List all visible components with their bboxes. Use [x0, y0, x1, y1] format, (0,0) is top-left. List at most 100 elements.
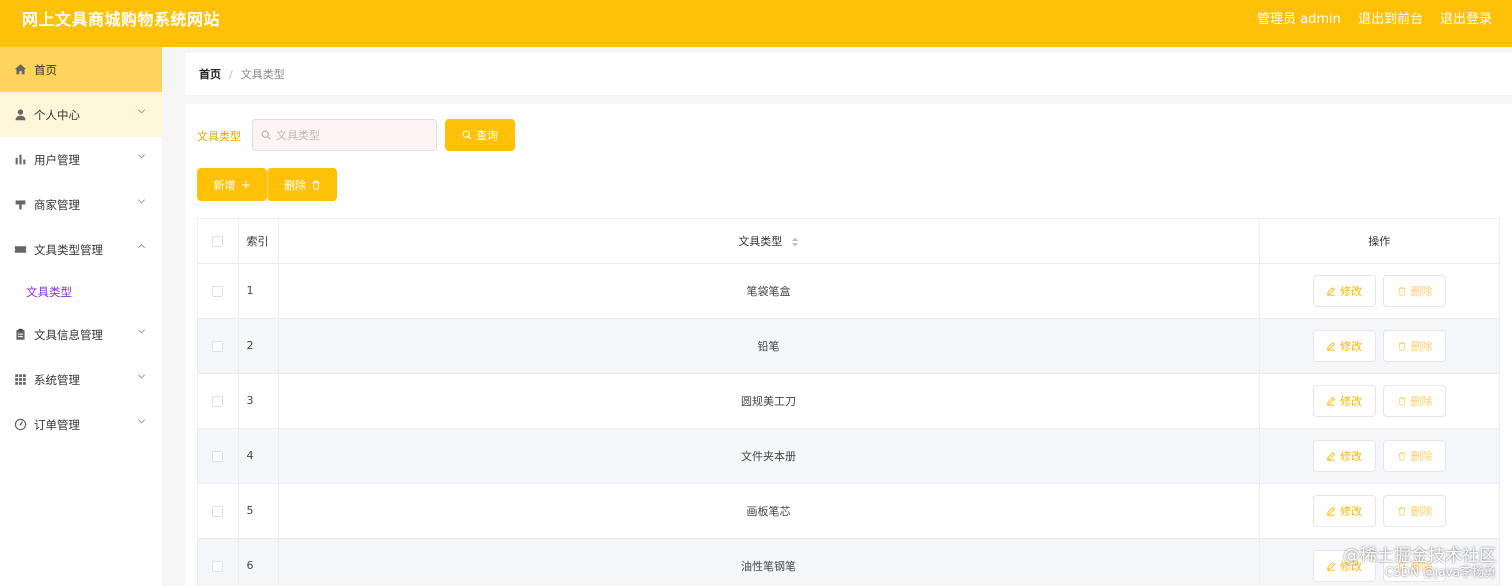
sidebar-item-label: 用户管理 [34, 152, 80, 167]
sidebar-item-profile[interactable]: 个人中心 [0, 92, 162, 137]
row-type: 圆规美工刀 [278, 373, 1260, 429]
delete-button[interactable]: 删除 [1383, 329, 1446, 362]
delete-button-label: 删除 [1410, 504, 1433, 518]
select-all-checkbox[interactable] [212, 235, 224, 247]
row-checkbox[interactable] [212, 340, 224, 352]
edit-icon [1327, 561, 1335, 571]
sort-icon[interactable] [791, 237, 799, 247]
sidebar-item-home[interactable]: 首页 [0, 47, 162, 92]
sidebar-item-label: 订单管理 [34, 417, 80, 432]
sidebar-item-label: 首页 [34, 62, 57, 77]
breadcrumb: 首页 / 文具类型 [185, 53, 1512, 95]
header-index: 索引 [238, 219, 279, 264]
row-checkbox[interactable] [212, 450, 224, 462]
row-type: 笔袋笔盒 [278, 263, 1260, 319]
user-icon [14, 108, 27, 121]
edit-button[interactable]: 修改 [1312, 329, 1376, 362]
query-button[interactable]: 查询 [445, 119, 515, 151]
back-to-frontend-link[interactable]: 退出到前台 [1358, 8, 1423, 27]
edit-button[interactable]: 修改 [1312, 494, 1376, 527]
chevron-up-icon [137, 243, 146, 249]
sidebar-item-users[interactable]: 用户管理 [0, 137, 162, 182]
trash-icon [1398, 506, 1405, 516]
edit-icon [1327, 451, 1335, 461]
sidebar-item-system[interactable]: 系统管理 [0, 357, 162, 402]
query-button-label: 查询 [476, 129, 498, 142]
table-row: 1 笔袋笔盒 修改 删除 [198, 263, 1499, 319]
edit-button[interactable]: 修改 [1312, 274, 1376, 307]
trash-icon [1398, 341, 1405, 351]
sidebar-item-orders[interactable]: 订单管理 [0, 402, 162, 447]
edit-button-label: 修改 [1340, 339, 1362, 353]
edit-icon [1327, 286, 1335, 296]
watermark-csdn: CSDN @java李杨勇 [1384, 565, 1496, 579]
row-index: 4 [238, 428, 279, 484]
row-type: 画板笔芯 [278, 483, 1260, 539]
delete-button[interactable]: 删除 [1383, 439, 1446, 472]
delete-button[interactable]: 删除 [1383, 494, 1446, 527]
delete-button-label: 删除 [1410, 394, 1433, 408]
row-type: 油性笔钢笔 [278, 538, 1260, 586]
sidebar-item-label: 系统管理 [34, 372, 80, 387]
trash-icon [1398, 396, 1405, 406]
row-index: 2 [238, 318, 279, 374]
edit-button[interactable]: 修改 [1312, 384, 1376, 417]
home-icon [14, 63, 27, 76]
row-checkbox[interactable] [212, 505, 224, 517]
edit-icon [1327, 341, 1335, 351]
sidebar-item-label: 文具信息管理 [34, 327, 103, 342]
add-button[interactable]: 新增 [197, 168, 267, 201]
header-type[interactable]: 文具类型 [278, 219, 1260, 264]
ticket-icon [14, 243, 27, 256]
delete-button[interactable]: 删除 [1383, 274, 1446, 307]
table-row: 4 文件夹本册 修改 删除 [198, 428, 1499, 484]
sidebar-item-stationery-info[interactable]: 文具信息管理 [0, 312, 162, 357]
chevron-down-icon [137, 154, 146, 159]
row-type: 文件夹本册 [278, 428, 1260, 484]
current-user-label: 管理员 admin [1257, 12, 1341, 27]
header-select-all [198, 219, 239, 264]
row-checkbox[interactable] [212, 285, 224, 297]
row-checkbox[interactable] [212, 395, 224, 407]
bar-chart-icon [14, 153, 27, 166]
chevron-down-icon [137, 109, 146, 114]
submenu-item-stationery-type[interactable]: 文具类型 [0, 272, 162, 312]
edit-icon [1327, 506, 1335, 516]
breadcrumb-separator: / [229, 67, 233, 81]
sidebar-item-merchants[interactable]: 商家管理 [0, 182, 162, 227]
table-header-row: 索引 文具类型 操作 [198, 219, 1499, 264]
delete-button-label: 删除 [1410, 449, 1433, 463]
row-index: 3 [238, 373, 279, 429]
main-content: 文具类型 查询 新增 删除 索引 文具类型 操作 [185, 104, 1512, 586]
logout-link[interactable]: 退出登录 [1440, 8, 1492, 27]
sidebar-item-stationery-types[interactable]: 文具类型管理 [0, 227, 162, 272]
table-row: 3 圆规美工刀 修改 删除 [198, 373, 1499, 429]
sidebar: 首页 个人中心 用户管理 商家管理 文具类型管理 文具类型 文具信息管理 系统管… [0, 47, 162, 586]
chevron-down-icon [137, 374, 146, 379]
table-row: 6 油性笔钢笔 修改 删除 [198, 538, 1499, 586]
sidebar-item-label: 文具类型管理 [34, 242, 103, 257]
trash-icon [1398, 286, 1405, 296]
plus-icon [241, 180, 250, 189]
bulk-delete-button[interactable]: 删除 [267, 168, 337, 201]
edit-button-label: 修改 [1340, 394, 1362, 408]
search-field[interactable] [252, 119, 437, 151]
edit-button-label: 修改 [1340, 504, 1362, 518]
gauge-icon [14, 418, 27, 431]
app-title: 网上文具商城购物系统网站 [22, 10, 221, 29]
delete-button[interactable]: 删除 [1383, 384, 1446, 417]
search-input[interactable] [276, 128, 426, 142]
header-ops: 操作 [1259, 219, 1499, 264]
chevron-down-icon [137, 329, 146, 334]
row-checkbox[interactable] [212, 560, 224, 572]
table-row: 2 铅笔 修改 删除 [198, 318, 1499, 374]
breadcrumb-home[interactable]: 首页 [199, 66, 221, 82]
add-button-label: 新增 [213, 178, 236, 192]
top-header: 网上文具商城购物系统网站 管理员 admin 退出到前台 退出登录 [0, 0, 1512, 47]
edit-button-label: 修改 [1340, 284, 1362, 298]
grid-icon [14, 373, 27, 386]
edit-button[interactable]: 修改 [1312, 439, 1376, 472]
header-type-label: 文具类型 [738, 234, 783, 248]
chevron-down-icon [137, 199, 146, 204]
row-index: 1 [238, 263, 279, 319]
